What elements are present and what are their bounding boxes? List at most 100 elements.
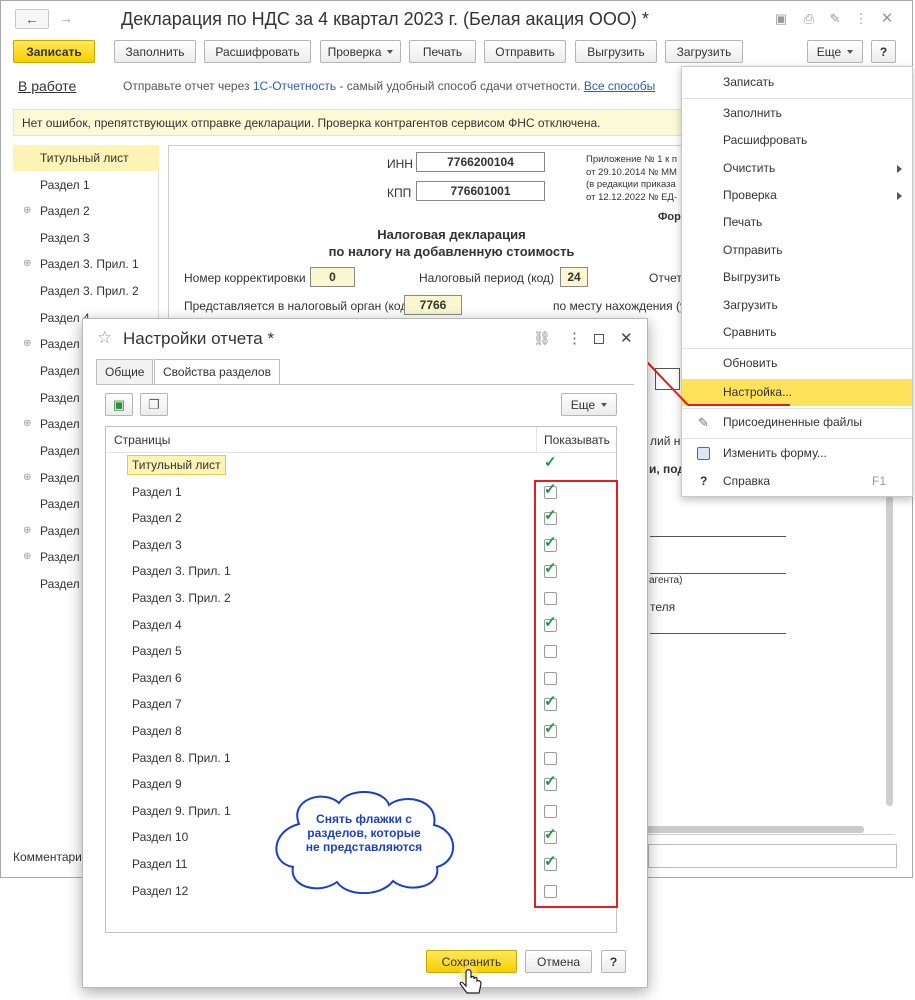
status-link[interactable]: В работе xyxy=(18,78,76,94)
expand-icon[interactable]: ⊕ xyxy=(23,251,31,277)
maximize-icon[interactable] xyxy=(594,334,604,344)
table-row[interactable]: Титульный лист ✓ xyxy=(106,453,616,480)
tax-authority-field[interactable]: 7766 xyxy=(404,295,462,315)
expand-icon[interactable]: ⊕ xyxy=(23,544,31,570)
menu-item-label: Отправить xyxy=(723,243,783,257)
vertical-scrollbar[interactable] xyxy=(886,496,893,806)
close-icon[interactable]: ✕ xyxy=(620,329,633,347)
appendix-line: Приложение № 1 к п xyxy=(586,154,678,165)
menu-item-export[interactable]: Выгрузить xyxy=(682,264,912,291)
appendix-line: от 12.12.2022 № ЕД- xyxy=(586,191,678,203)
menu-divider xyxy=(682,438,912,439)
comment-field[interactable] xyxy=(648,844,897,868)
row-label: Раздел 9. Прил. 1 xyxy=(132,803,231,818)
row-label: Титульный лист xyxy=(127,455,226,475)
sidebar-item[interactable]: Раздел 3 xyxy=(13,225,159,251)
more-button-label: Еще xyxy=(816,44,842,59)
form-code-label: Фор xyxy=(658,211,681,223)
more-button[interactable]: Еще xyxy=(807,40,863,63)
print-icon[interactable]: ⎙ xyxy=(801,11,817,27)
back-button[interactable]: ← xyxy=(15,9,49,29)
expand-icon[interactable]: ⊕ xyxy=(23,198,31,224)
forward-button[interactable]: → xyxy=(51,9,81,29)
save-icon[interactable]: ▣ xyxy=(773,11,789,27)
row-label: Раздел 8. Прил. 1 xyxy=(132,750,231,765)
sidebar-item-label: Титульный лист xyxy=(40,151,129,165)
menu-item-print[interactable]: Печать xyxy=(682,209,912,236)
row-label: Раздел 2 xyxy=(132,511,182,526)
row-label: Раздел 11 xyxy=(132,857,188,871)
row-label: Раздел 8 xyxy=(132,724,182,738)
menu-item-save[interactable]: Записать xyxy=(682,69,912,96)
comment-label: Комментари xyxy=(13,850,82,864)
send-button[interactable]: Отправить xyxy=(484,40,566,63)
row-label: Раздел 6 xyxy=(132,670,182,685)
more-vertical-icon[interactable]: ⋮ xyxy=(853,11,869,27)
import-button[interactable]: Загрузить xyxy=(665,40,743,63)
more-vertical-icon[interactable]: ⋮ xyxy=(567,329,582,347)
menu-item-send[interactable]: Отправить xyxy=(682,237,912,264)
sidebar-item[interactable]: ⊕ Раздел 2 xyxy=(13,198,159,224)
horizontal-scrollbar[interactable] xyxy=(636,826,864,833)
dialog-help-button[interactable]: ? xyxy=(601,950,626,973)
row-label: Раздел 9 xyxy=(132,777,182,792)
fill-button[interactable]: Заполнить xyxy=(114,40,196,63)
link-icon[interactable]: ⛓ xyxy=(533,330,551,347)
decode-button[interactable]: Расшифровать xyxy=(204,40,311,63)
check-all-button[interactable]: ▣ xyxy=(105,393,133,416)
all-ways-link[interactable]: Все способы xyxy=(584,79,656,93)
expand-icon[interactable]: ⊕ xyxy=(23,411,31,437)
menu-item-check[interactable]: Проверка xyxy=(682,182,912,209)
help-button[interactable]: ? xyxy=(871,40,896,63)
tab-section-properties[interactable]: Свойства разделов xyxy=(154,359,280,385)
inn-field[interactable]: 7766200104 xyxy=(416,152,545,172)
heading-line-1: Налоговая декларация xyxy=(377,227,526,242)
column-divider xyxy=(536,427,537,453)
column-pages: Страницы xyxy=(114,433,171,447)
tab-underline xyxy=(96,384,634,385)
sidebar-item[interactable]: Раздел 3. Прил. 2 xyxy=(13,278,159,304)
inn-label: ИНН xyxy=(387,157,413,171)
send-hint-suffix: - самый удобный способ сдачи отчетности. xyxy=(339,79,581,93)
menu-item-import[interactable]: Загрузить xyxy=(682,292,912,319)
dialog-more-button[interactable]: Еще xyxy=(561,393,617,416)
period-field[interactable]: 24 xyxy=(560,267,588,287)
check-button[interactable]: Проверка xyxy=(320,40,401,63)
menu-item-compare[interactable]: Сравнить xyxy=(682,319,912,346)
row-label: Раздел 10 xyxy=(132,830,189,845)
menu-item-decode[interactable]: Расшифровать xyxy=(682,127,912,154)
question-icon: ? xyxy=(700,474,708,488)
menu-item-change-form[interactable]: Изменить форму... xyxy=(682,440,912,467)
sidebar-item[interactable]: Раздел 1 xyxy=(13,172,159,198)
menu-divider xyxy=(682,348,912,349)
print-button[interactable]: Печать xyxy=(409,40,476,63)
expand-icon[interactable]: ⊕ xyxy=(23,331,31,357)
shortcut-label: F1 xyxy=(871,474,886,488)
sidebar-item[interactable]: Титульный лист xyxy=(13,145,159,171)
form-fragment: агента) xyxy=(649,575,683,586)
edit-icon[interactable]: ✎ xyxy=(827,11,843,27)
kpp-field[interactable]: 776601001 xyxy=(416,181,545,201)
tab-general[interactable]: Общие xyxy=(96,359,154,384)
menu-item-clear[interactable]: Очистить xyxy=(682,155,912,182)
chevron-right-icon xyxy=(897,192,902,200)
row-label: Раздел 1 xyxy=(132,484,182,499)
expand-icon[interactable]: ⊕ xyxy=(23,465,31,491)
close-icon[interactable]: ✕ xyxy=(879,11,895,27)
expand-icon[interactable]: ⊕ xyxy=(23,518,31,544)
menu-item-fill[interactable]: Заполнить xyxy=(682,100,912,127)
menu-item-help[interactable]: ? Справка F1 xyxy=(682,468,912,495)
callout-text: Снять флажки с разделов, которые не пред… xyxy=(279,812,449,854)
sidebar-item-label: Раздел 3 xyxy=(40,231,90,245)
sidebar-item[interactable]: ⊕ Раздел 3. Прил. 1 xyxy=(13,251,159,277)
correction-field[interactable]: 0 xyxy=(310,267,355,287)
appendix-line: от 29.10.2014 № ММ xyxy=(586,166,677,178)
chevron-down-icon xyxy=(847,49,854,54)
save-button[interactable]: Записать xyxy=(13,40,95,63)
star-icon[interactable]: ☆ xyxy=(97,328,112,348)
export-button[interactable]: Выгрузить xyxy=(575,40,657,63)
1c-reporting-link[interactable]: 1С-Отчетность xyxy=(253,79,336,93)
uncheck-all-button[interactable]: ❐ xyxy=(140,393,168,416)
cancel-button[interactable]: Отмена xyxy=(525,950,592,973)
uncheck-all-icon: ❐ xyxy=(148,396,160,412)
